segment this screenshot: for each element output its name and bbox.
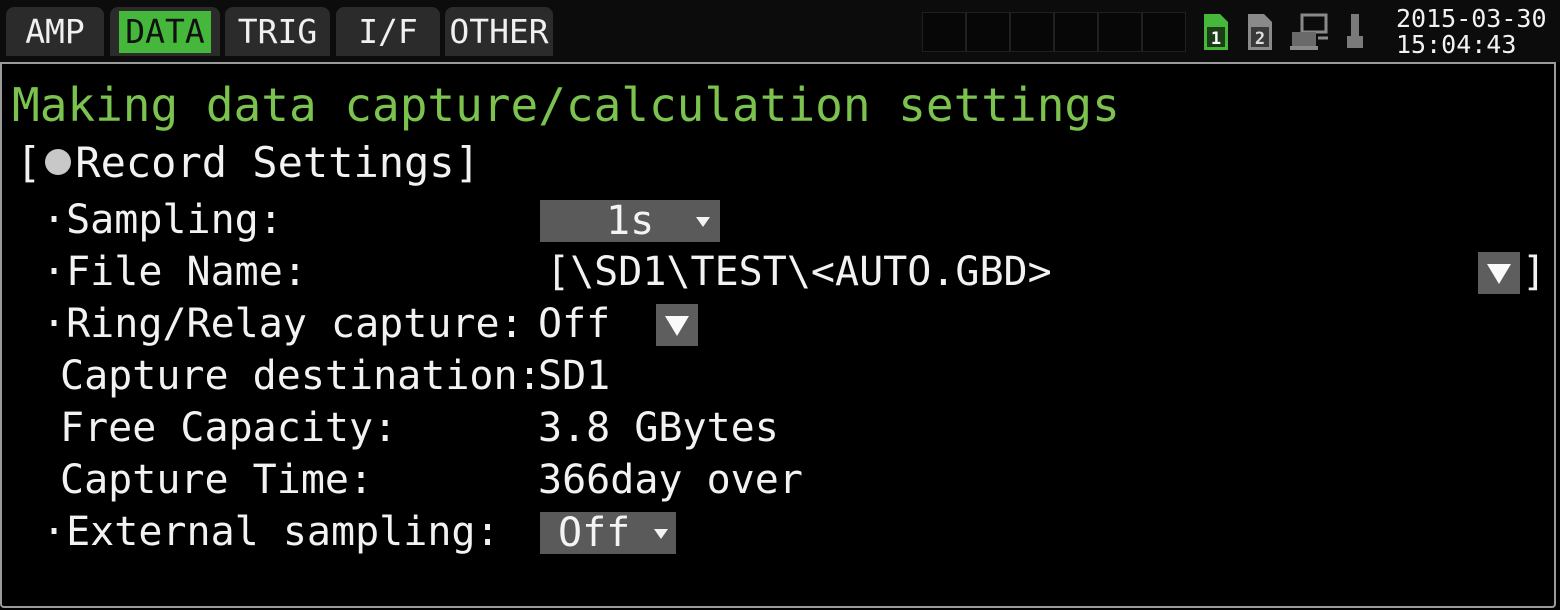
channel-slot: [1142, 12, 1186, 52]
triangle-down-icon: [665, 316, 689, 336]
tab-data[interactable]: DATA: [110, 7, 220, 56]
sd2-icon: 2: [1248, 14, 1272, 50]
tab-other[interactable]: OTHER: [445, 7, 553, 56]
bullet-icon: [45, 148, 72, 175]
file-name-label: ·File Name:: [42, 249, 307, 295]
channel-slot: [922, 12, 966, 52]
sd1-icon: 1: [1204, 14, 1228, 50]
channel-slot: [1054, 12, 1098, 52]
capture-time-row: Capture Time: 366day over: [2, 454, 1558, 506]
external-sampling-row: ·External sampling: Off: [2, 506, 1558, 558]
channel-slots: [922, 12, 1186, 52]
section-title: Record Settings]: [75, 138, 480, 187]
page-title: Making data capture/calculation settings: [12, 78, 1120, 132]
channel-slot: [1098, 12, 1142, 52]
ring-relay-label: ·Ring/Relay capture:: [42, 301, 524, 347]
capture-destination-label: Capture destination:: [60, 353, 542, 399]
time-text: 15:04:43: [1396, 30, 1517, 59]
triangle-down-icon: [1487, 264, 1511, 284]
section-header: [ Record Settings]: [16, 138, 480, 188]
usb-icon: [1347, 14, 1363, 48]
sampling-row: ·Sampling: 1s: [2, 194, 1558, 246]
tab-other-label: OTHER: [449, 12, 549, 51]
date-text: 2015-03-30: [1396, 4, 1547, 33]
file-name-bracket: ]: [1522, 249, 1547, 295]
chevron-down-icon: [654, 529, 668, 539]
svg-text:1: 1: [1211, 29, 1221, 49]
sampling-value: 1s: [606, 198, 655, 244]
sampling-dropdown[interactable]: 1s: [540, 200, 720, 242]
channel-slot: [1010, 12, 1054, 52]
ring-relay-value: Off: [538, 301, 611, 347]
free-capacity-value: 3.8 GBytes: [538, 405, 779, 451]
capture-destination-value: SD1: [538, 353, 611, 399]
ring-relay-dropdown-button[interactable]: [656, 304, 698, 346]
external-sampling-dropdown[interactable]: Off: [540, 512, 676, 554]
capture-time-label: Capture Time:: [60, 457, 374, 503]
tab-data-label: DATA: [119, 11, 211, 53]
tab-amp[interactable]: AMP: [6, 7, 104, 56]
sampling-label: ·Sampling:: [42, 197, 283, 243]
capture-destination-row: Capture destination: SD1: [2, 350, 1558, 402]
settings-panel: Making data capture/calculation settings…: [0, 62, 1556, 608]
ring-relay-row: ·Ring/Relay capture: Off: [2, 298, 1558, 350]
free-capacity-row: Free Capacity: 3.8 GBytes: [2, 402, 1558, 454]
free-capacity-label: Free Capacity:: [60, 405, 398, 451]
section-bracket: [: [16, 138, 42, 187]
file-name-dropdown-button[interactable]: [1478, 252, 1520, 294]
pc-connection-icon: [1290, 13, 1328, 50]
file-name-row: ·File Name: [\SD1\TEST\<AUTO.GBD> ]: [2, 246, 1558, 298]
external-sampling-label: ·External sampling:: [42, 509, 500, 555]
tab-bar: AMP DATA TRIG I/F OTHER 1 2 2015-03-30 1…: [0, 0, 1560, 62]
chevron-down-icon: [696, 217, 710, 227]
file-name-value: [\SD1\TEST\<AUTO.GBD>: [546, 249, 1052, 295]
tab-if-label: I/F: [358, 12, 418, 51]
svg-text:2: 2: [1255, 29, 1265, 49]
tab-if[interactable]: I/F: [336, 7, 440, 56]
tab-trig[interactable]: TRIG: [225, 7, 330, 56]
capture-time-value: 366day over: [538, 457, 803, 503]
external-sampling-value: Off: [558, 510, 631, 556]
channel-slot: [966, 12, 1010, 52]
tab-trig-label: TRIG: [237, 12, 318, 51]
logger-screen: AMP DATA TRIG I/F OTHER 1 2 2015-03-30 1…: [0, 0, 1560, 610]
date-time-display: 2015-03-30 15:04:43: [1396, 6, 1556, 58]
tab-amp-label: AMP: [25, 12, 85, 51]
